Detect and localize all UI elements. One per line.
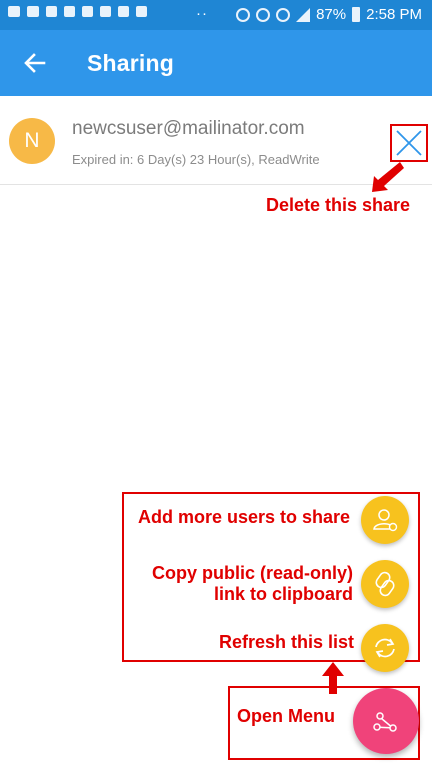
- youtube-icon: [118, 6, 129, 17]
- link-icon: [375, 571, 395, 597]
- annotation-add-users: Add more users to share: [138, 507, 351, 527]
- annotation-refresh: Refresh this list: [219, 632, 355, 652]
- youtube-icon: [82, 6, 93, 17]
- open-menu-fab[interactable]: [353, 688, 419, 754]
- mute-icon: [236, 7, 251, 22]
- annotation-copy-link-line1: Copy public (read-only): [152, 563, 354, 583]
- page-title: Sharing: [87, 50, 175, 76]
- share-expiry-info: Expired in: 6 Day(s) 23 Hour(s), ReadWri…: [72, 152, 320, 167]
- notification-icons: [8, 6, 147, 17]
- close-x-icon: [396, 130, 422, 156]
- share-list-item[interactable]: N newcsuser@mailinator.com Expired in: 6…: [0, 96, 432, 185]
- youtube-icon: [100, 6, 111, 17]
- clock: 2:58 PM: [366, 6, 422, 23]
- copy-public-link-button[interactable]: [361, 560, 409, 608]
- add-users-button[interactable]: [361, 496, 409, 544]
- arrow-left-icon: [24, 53, 46, 73]
- add-user-icon: [373, 509, 398, 532]
- youtube-icon: [136, 6, 147, 17]
- avatar: N: [9, 118, 55, 164]
- annotation-delete-share: Delete this share: [266, 195, 411, 215]
- annotation-arrow-delete: [372, 162, 404, 192]
- app-bar: Sharing: [0, 30, 432, 96]
- signal-icon: [296, 7, 311, 22]
- refresh-list-button[interactable]: [361, 624, 409, 672]
- annotation-copy-link-line2: link to clipboard: [214, 584, 354, 604]
- battery-icon: [352, 7, 361, 22]
- system-icons: 87% 2:58 PM: [236, 6, 422, 23]
- more-notifications-dots: ··: [196, 5, 208, 22]
- status-bar: ·· 87% 2:58 PM: [0, 0, 432, 30]
- back-button[interactable]: [22, 50, 48, 76]
- notification-icon: [8, 6, 20, 17]
- youtube-icon: [64, 6, 75, 17]
- alarm-icon: [256, 7, 271, 22]
- share-nodes-icon: [373, 712, 397, 732]
- delete-share-button[interactable]: [390, 124, 428, 162]
- annotation-open-menu: Open Menu: [237, 706, 335, 726]
- refresh-icon: [375, 638, 395, 658]
- mail-icon: [46, 6, 57, 17]
- share-user-email: newcsuser@mailinator.com: [72, 118, 305, 139]
- battery-percent: 87%: [316, 6, 347, 23]
- notification-icon: [27, 6, 39, 17]
- wifi-icon: [276, 7, 291, 22]
